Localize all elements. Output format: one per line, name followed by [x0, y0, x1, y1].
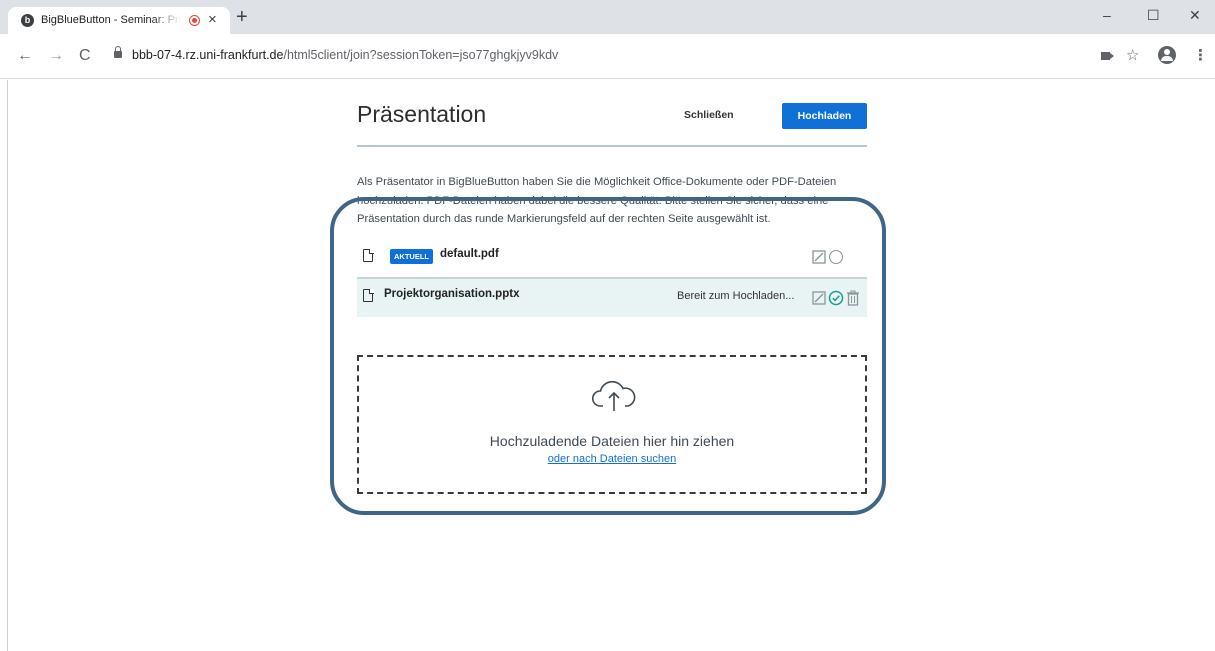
new-tab-button[interactable]: +	[236, 6, 248, 28]
file-row-pending[interactable]: Projektorganisation.pptx Bereit zum Hoch…	[357, 279, 867, 317]
header-divider	[357, 145, 867, 147]
forward-button[interactable]: →	[48, 46, 64, 66]
file-row-default[interactable]: AKTUELL default.pdf	[357, 239, 867, 279]
upload-status: Bereit zum Hochladen...	[677, 290, 795, 302]
download-toggle-icon[interactable]	[812, 250, 826, 267]
file-icon	[363, 248, 374, 262]
close-window-button[interactable]: ✕	[1189, 6, 1201, 24]
trash-icon[interactable]	[846, 290, 860, 309]
info-text: Als Präsentator in BigBlueButton haben S…	[357, 176, 837, 225]
dropzone-text: Hochzuladende Dateien hier hin ziehen	[489, 433, 735, 449]
reload-button[interactable]: C	[79, 46, 91, 66]
browser-tab[interactable]: b BigBlueButton - Seminar: Pro ×	[8, 7, 230, 34]
file-drop-zone[interactable]: Hochzuladende Dateien hier hin ziehen od…	[357, 355, 867, 494]
modal-title: Präsentation	[357, 101, 487, 127]
file-name: default.pdf	[440, 248, 499, 260]
minimize-button[interactable]: –	[1103, 6, 1111, 24]
upload-button[interactable]: Hochladen	[782, 103, 867, 129]
download-toggle-icon[interactable]	[812, 291, 826, 308]
select-presentation-radio-icon[interactable]	[829, 250, 843, 264]
profile-avatar-icon[interactable]	[1158, 46, 1176, 64]
cloud-upload-icon	[591, 379, 637, 418]
bookmark-star-icon[interactable]: ☆	[1126, 46, 1139, 66]
bigbluebutton-favicon-icon: b	[21, 14, 34, 27]
url-path: /html5client/join?sessionToken=jso77ghgk…	[283, 48, 559, 62]
browser-tab-bar: b BigBlueButton - Seminar: Pro × + – ☐ ✕	[0, 0, 1215, 34]
file-icon	[363, 288, 374, 302]
maximize-button[interactable]: ☐	[1147, 6, 1160, 24]
browser-toolbar: ← → C bbb-07-4.rz.uni-frankfurt.de/html5…	[0, 34, 1215, 79]
tab-close-button[interactable]: ×	[208, 10, 217, 30]
current-badge: AKTUELL	[390, 249, 433, 264]
address-bar[interactable]: bbb-07-4.rz.uni-frankfurt.de/html5client…	[108, 41, 1083, 71]
camera-icon[interactable]	[1101, 52, 1114, 60]
url-host: bbb-07-4.rz.uni-frankfurt.de	[132, 48, 284, 62]
browser-menu-icon[interactable]: ⋮	[1193, 46, 1208, 66]
selected-check-icon[interactable]	[828, 290, 844, 309]
tab-title: BigBlueButton - Seminar: Pro	[41, 14, 181, 26]
file-name: Projektorganisation.pptx	[384, 288, 520, 300]
recording-icon	[189, 15, 200, 26]
back-button[interactable]: ←	[17, 46, 33, 66]
url-text: bbb-07-4.rz.uni-frankfurt.de/html5client…	[132, 48, 558, 62]
lock-icon	[114, 46, 122, 58]
browse-files-link[interactable]: oder nach Dateien suchen	[359, 453, 865, 465]
close-button[interactable]: Schließen	[684, 109, 734, 121]
page-left-edge	[7, 80, 8, 651]
